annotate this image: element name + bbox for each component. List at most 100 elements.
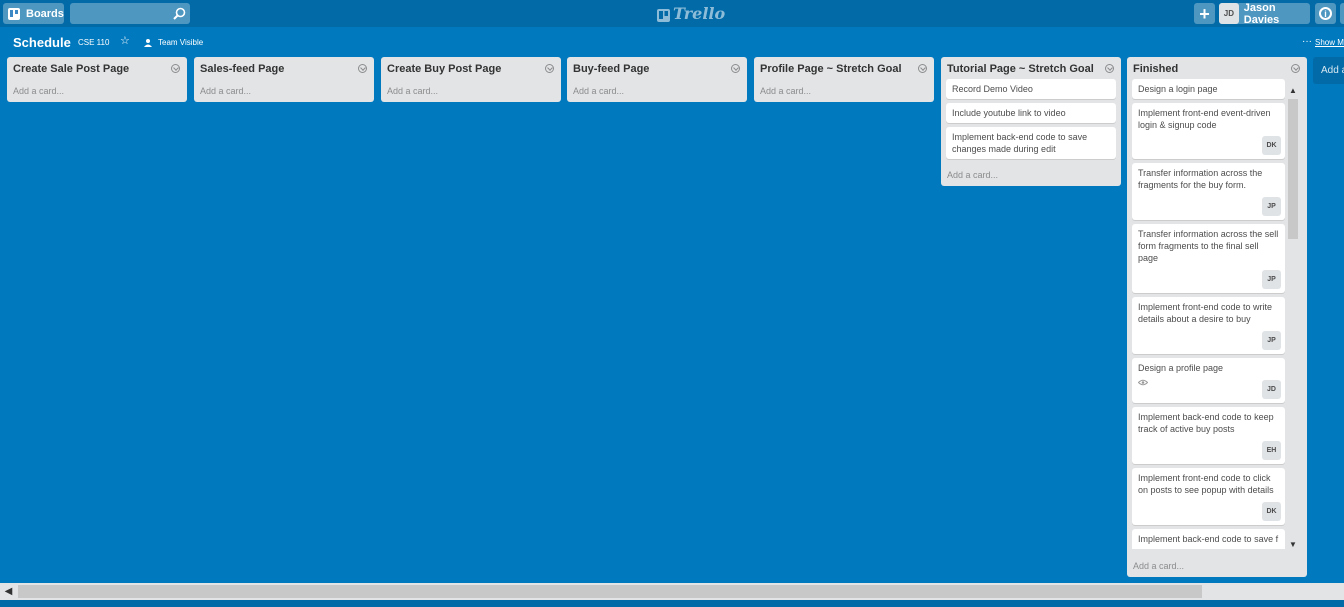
list-menu-icon[interactable] <box>1105 64 1114 73</box>
plus-icon: + <box>1199 3 1210 24</box>
search-icon[interactable] <box>173 7 186 20</box>
card[interactable]: Transfer information across the fragment… <box>1132 163 1285 220</box>
boards-label: Boards <box>26 7 64 20</box>
card-list: Record Demo Video Include youtube link t… <box>941 79 1121 159</box>
card[interactable]: Record Demo Video <box>946 79 1116 99</box>
user-name: Jason Davies <box>1243 1 1280 26</box>
card-title: Implement back-end code to keep track of… <box>1138 412 1274 434</box>
card-title: Implement back-end code to save changes … <box>952 132 1088 154</box>
list-menu-icon[interactable] <box>358 64 367 73</box>
card-title: Implement front-end code to click on pos… <box>1138 473 1274 495</box>
card[interactable]: Design a profile page JD <box>1132 358 1285 403</box>
add-list-button[interactable]: Add a list... <box>1313 57 1344 84</box>
board-title[interactable]: Schedule <box>13 35 71 50</box>
scroll-left-icon[interactable]: ◀ <box>0 583 17 600</box>
list-menu-icon[interactable] <box>731 64 740 73</box>
add-card-link[interactable]: Add a card... <box>194 79 374 102</box>
card[interactable]: Implement front-end event-driven login &… <box>1132 103 1285 159</box>
card[interactable]: Transfer information across the sell for… <box>1132 224 1285 293</box>
card-title: Include youtube link to video <box>952 108 1066 118</box>
card[interactable]: Implement back-end code to keep track of… <box>1132 407 1285 464</box>
visibility-label[interactable]: Team Visible <box>158 38 203 47</box>
list-header[interactable]: Create Sale Post Page <box>7 57 187 79</box>
list-menu-icon[interactable] <box>1291 64 1300 73</box>
finished-list-scrollbar[interactable]: ▲ ▼ <box>1284 81 1302 551</box>
card-title: Design a login page <box>1138 84 1218 94</box>
trello-logo-text: Trello <box>673 4 726 23</box>
more-icon[interactable]: ··· <box>1302 37 1312 47</box>
list-menu-icon[interactable] <box>918 64 927 73</box>
card-title: Design a profile page <box>1138 363 1224 373</box>
card-title: Implement front-end code to write detail… <box>1138 302 1273 324</box>
member-avatar[interactable]: EH <box>1262 441 1281 460</box>
list-create-buy-post-page: Create Buy Post Page Add a card... <box>381 57 561 102</box>
card[interactable]: Implement front-end code to click on pos… <box>1132 468 1285 525</box>
card[interactable]: Include youtube link to video <box>946 103 1116 123</box>
card-title: Record Demo Video <box>952 84 1033 94</box>
show-menu-link[interactable]: Show Menu <box>1315 38 1344 47</box>
user-menu-button[interactable]: JD Jason Davies <box>1219 1 1310 26</box>
list-header[interactable]: Buy-feed Page <box>567 57 747 79</box>
list-title[interactable]: Create Sale Post Page <box>13 63 129 75</box>
list-header[interactable]: Tutorial Page ~ Stretch Goal <box>941 57 1121 79</box>
card-title: Transfer information across the fragment… <box>1138 168 1263 190</box>
list-title[interactable]: Tutorial Page ~ Stretch Goal <box>947 63 1094 75</box>
trello-logo[interactable]: Trello <box>657 4 725 23</box>
list-title[interactable]: Create Buy Post Page <box>387 63 501 75</box>
add-card-link[interactable]: Add a card... <box>567 79 747 102</box>
board-header: Schedule CSE 110 ☆ Team Visible ··· Show… <box>0 27 1344 57</box>
list-header[interactable]: Profile Page ~ Stretch Goal <box>754 57 934 79</box>
list-create-sale-post-page: Create Sale Post Page Add a card... <box>7 57 187 102</box>
search-input[interactable] <box>70 3 190 24</box>
member-avatar[interactable]: DK <box>1262 136 1281 155</box>
scroll-up-icon[interactable]: ▲ <box>1284 83 1302 97</box>
horizontal-scrollbar[interactable]: ◀ <box>0 583 1344 600</box>
info-button[interactable]: i <box>1315 3 1336 24</box>
add-card-link[interactable]: Add a card... <box>1127 554 1190 577</box>
eye-icon <box>1137 377 1149 386</box>
add-card-link[interactable]: Add a card... <box>754 79 934 102</box>
avatar: JD <box>1219 3 1239 24</box>
card-list: Design a login page Implement front-end … <box>1127 79 1307 549</box>
info-icon: i <box>1319 7 1332 20</box>
list-title[interactable]: Sales-feed Page <box>200 63 284 75</box>
boards-button[interactable]: Boards <box>3 3 64 24</box>
member-avatar[interactable]: JP <box>1262 197 1281 216</box>
member-avatar[interactable]: JD <box>1262 380 1281 399</box>
member-avatar[interactable]: JP <box>1262 331 1281 350</box>
add-card-link[interactable]: Add a card... <box>7 79 187 102</box>
team-visible-icon <box>143 37 153 47</box>
list-header[interactable]: Finished <box>1127 57 1307 79</box>
member-avatar[interactable]: JP <box>1262 270 1281 289</box>
add-card-link[interactable]: Add a card... <box>941 163 1121 186</box>
list-menu-icon[interactable] <box>545 64 554 73</box>
top-header: Boards Trello + JD Jason Davies i <box>0 0 1344 27</box>
card-title: Implement back-end code to save f <box>1138 534 1279 544</box>
notifications-button[interactable] <box>1340 3 1344 24</box>
card[interactable]: Implement front-end code to write detail… <box>1132 297 1285 354</box>
add-button[interactable]: + <box>1194 3 1215 24</box>
member-avatar[interactable]: DK <box>1262 502 1281 521</box>
list-title[interactable]: Buy-feed Page <box>573 63 649 75</box>
trello-logo-icon <box>657 7 670 22</box>
list-tutorial-page: Tutorial Page ~ Stretch Goal Record Demo… <box>941 57 1121 186</box>
list-header[interactable]: Sales-feed Page <box>194 57 374 79</box>
horizontal-scroll-thumb[interactable] <box>18 585 1202 598</box>
list-title[interactable]: Profile Page ~ Stretch Goal <box>760 63 902 75</box>
card[interactable]: Implement back-end code to save changes … <box>946 127 1116 159</box>
list-title[interactable]: Finished <box>1133 63 1178 75</box>
list-header[interactable]: Create Buy Post Page <box>381 57 561 79</box>
card-title: Transfer information across the sell for… <box>1138 229 1279 263</box>
list-finished: Finished Design a login page Implement f… <box>1127 57 1307 577</box>
scroll-down-icon[interactable]: ▼ <box>1284 537 1302 551</box>
card[interactable]: Implement back-end code to save f <box>1132 529 1285 549</box>
list-menu-icon[interactable] <box>171 64 180 73</box>
scroll-thumb[interactable] <box>1288 99 1298 239</box>
star-icon[interactable]: ☆ <box>120 36 130 47</box>
card[interactable]: Design a login page <box>1132 79 1285 99</box>
list-profile-page: Profile Page ~ Stretch Goal Add a card..… <box>754 57 934 102</box>
board-org-link[interactable]: CSE 110 <box>78 38 109 47</box>
card-title: Implement front-end event-driven login &… <box>1138 108 1271 130</box>
search-box[interactable] <box>70 3 190 24</box>
add-card-link[interactable]: Add a card... <box>381 79 561 102</box>
